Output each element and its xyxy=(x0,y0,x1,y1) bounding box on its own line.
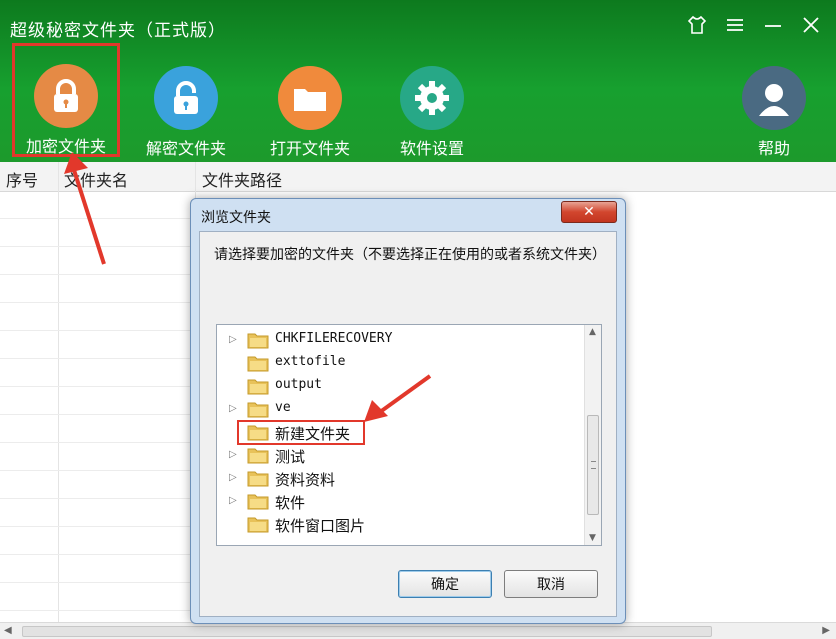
dialog-close-button[interactable]: ✕ xyxy=(561,201,617,223)
table-row xyxy=(0,554,200,555)
column-divider xyxy=(58,162,59,622)
menu-icon[interactable] xyxy=(724,14,746,36)
tree-item-name: 新建文件夹 xyxy=(275,425,351,443)
tree-item-name: 软件窗口图片 xyxy=(275,517,366,535)
decrypt-folder-label: 解密文件夹 xyxy=(145,139,226,158)
scroll-left-icon[interactable]: ◀ xyxy=(4,625,12,636)
tree-item[interactable]: 软件窗口图片 xyxy=(217,513,577,536)
window-controls xyxy=(686,14,822,36)
folder-icon xyxy=(247,471,269,487)
column-header-folder-path[interactable]: 文件夹路径 xyxy=(202,167,282,191)
table-row xyxy=(0,610,200,611)
unlock-icon xyxy=(154,66,218,130)
horizontal-scrollbar[interactable]: ◀ ▶ xyxy=(0,622,836,639)
table-row xyxy=(0,498,200,499)
column-header-folder-name[interactable]: 文件夹名 xyxy=(64,167,128,191)
table-row xyxy=(0,330,200,331)
folder-icon xyxy=(247,356,269,372)
folder-icon xyxy=(247,448,269,464)
table-row xyxy=(0,386,200,387)
table-row xyxy=(0,414,200,415)
decrypt-folder-button[interactable]: 解密文件夹 xyxy=(132,60,240,160)
tree-item-name: CHKFILERECOVERY xyxy=(275,331,393,346)
table-header: 序号 文件夹名 文件夹路径 xyxy=(0,162,836,192)
close-icon: ✕ xyxy=(583,204,595,220)
encrypt-folder-label: 加密文件夹 xyxy=(25,137,106,156)
table-row xyxy=(0,526,200,527)
tree-item-name: 测试 xyxy=(275,448,306,466)
settings-label: 软件设置 xyxy=(399,139,464,158)
folder-tree[interactable]: ▷ CHKFILERECOVERY exttofile output ▷ ve … xyxy=(216,324,602,546)
table-row xyxy=(0,302,200,303)
tree-vertical-scrollbar[interactable]: ▲ ▼ xyxy=(584,325,601,545)
lock-icon xyxy=(34,64,98,128)
tree-item[interactable]: ▷ CHKFILERECOVERY xyxy=(217,329,577,352)
help-button[interactable]: 帮助 xyxy=(720,60,828,160)
encrypt-folder-button[interactable]: 加密文件夹 xyxy=(12,43,120,157)
table-row xyxy=(0,358,200,359)
tree-item-name: 软件 xyxy=(275,494,306,512)
scroll-up-icon[interactable]: ▲ xyxy=(589,327,596,337)
app-title: 超级秘密文件夹（正式版） xyxy=(10,21,226,41)
minimize-icon[interactable] xyxy=(762,14,784,36)
tree-item[interactable]: ▷ 资料资料 xyxy=(217,467,577,490)
folder-icon xyxy=(247,333,269,349)
column-header-index[interactable]: 序号 xyxy=(6,167,38,191)
folder-icon xyxy=(247,379,269,395)
expand-arrow-icon[interactable]: ▷ xyxy=(229,403,237,414)
cancel-button[interactable]: 取消 xyxy=(504,570,598,598)
dialog-title: 浏览文件夹 xyxy=(201,210,271,226)
ok-button[interactable]: 确定 xyxy=(398,570,492,598)
dialog-body: 请选择要加密的文件夹（不要选择正在使用的或者系统文件夹） ▷ CHKFILERE… xyxy=(199,231,617,617)
scroll-down-icon[interactable]: ▼ xyxy=(589,533,596,543)
tree-item[interactable]: output xyxy=(217,375,577,398)
tree-item-name: output xyxy=(275,377,322,392)
close-icon[interactable] xyxy=(800,14,822,36)
table-row xyxy=(0,582,200,583)
tree-item-name: exttofile xyxy=(275,354,346,369)
gear-icon xyxy=(400,66,464,130)
skin-shirt-icon[interactable] xyxy=(686,14,708,36)
tree-item[interactable]: ▷ 软件 xyxy=(217,490,577,513)
table-row xyxy=(0,442,200,443)
expand-arrow-icon[interactable]: ▷ xyxy=(229,334,237,345)
dialog-prompt: 请选择要加密的文件夹（不要选择正在使用的或者系统文件夹） xyxy=(214,247,606,263)
open-folder-button[interactable]: 打开文件夹 xyxy=(256,60,364,160)
tree-item[interactable]: ▷ ve xyxy=(217,398,577,421)
folder-icon xyxy=(247,402,269,418)
tree-item-name: 资料资料 xyxy=(275,471,336,489)
folder-icon xyxy=(247,494,269,510)
expand-arrow-icon[interactable]: ▷ xyxy=(229,495,237,506)
scroll-right-icon[interactable]: ▶ xyxy=(822,625,830,636)
table-row xyxy=(0,470,200,471)
tree-item[interactable]: ▷ 测试 xyxy=(217,444,577,467)
tree-item-new-folder[interactable]: 新建文件夹 xyxy=(217,420,577,445)
expand-arrow-icon[interactable]: ▷ xyxy=(229,472,237,483)
open-folder-label: 打开文件夹 xyxy=(269,139,350,158)
folder-icon xyxy=(247,517,269,533)
tree-item-name: ve xyxy=(275,400,291,415)
folder-icon xyxy=(278,66,342,130)
help-label: 帮助 xyxy=(757,139,790,158)
app-header: 超级秘密文件夹（正式版） 加密文件夹 解密文件夹 打开文件夹 软件设置 帮助 xyxy=(0,0,836,162)
table-row xyxy=(0,274,200,275)
tree-item[interactable]: exttofile xyxy=(217,352,577,375)
expand-arrow-icon[interactable]: ▷ xyxy=(229,449,237,460)
user-avatar-icon xyxy=(742,66,806,130)
table-row xyxy=(0,246,200,247)
folder-icon xyxy=(247,425,269,441)
table-row xyxy=(0,218,200,219)
scrollbar-thumb[interactable] xyxy=(587,415,599,515)
scrollbar-thumb[interactable] xyxy=(22,626,712,637)
grip-icon xyxy=(591,461,596,469)
browse-folder-dialog: 浏览文件夹 ✕ 请选择要加密的文件夹（不要选择正在使用的或者系统文件夹） ▷ C… xyxy=(190,198,626,624)
settings-button[interactable]: 软件设置 xyxy=(378,60,486,160)
